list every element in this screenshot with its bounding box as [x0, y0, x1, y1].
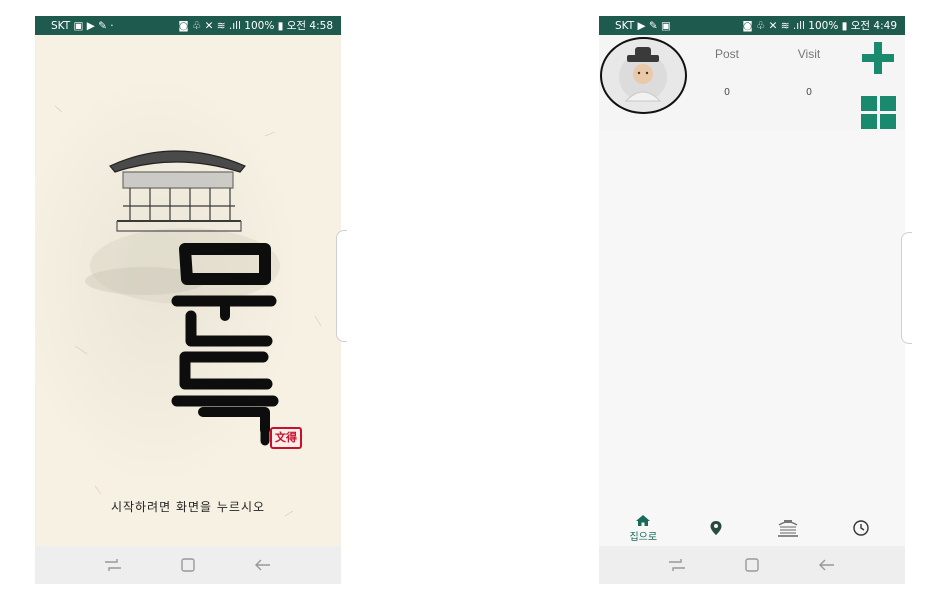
- map-pin-icon: [710, 521, 722, 535]
- tab-history[interactable]: [837, 519, 885, 537]
- post-label: Post: [714, 47, 739, 61]
- tab-pavilion[interactable]: [764, 518, 812, 538]
- clock-icon: [853, 520, 869, 536]
- status-right: ◙ ♧ ✕ ≋ .ıll 100% ▮ 오전 4:58: [178, 20, 333, 32]
- home-icon[interactable]: [744, 557, 760, 573]
- calligraphy-title: [171, 243, 279, 446]
- splash-screen[interactable]: SKT ▣ ▶ ✎ · ◙ ♧ ✕ ≋ .ıll 100% ▮ 오전 4:58: [35, 16, 341, 584]
- grid-cell: [880, 96, 896, 111]
- grid-cell: [880, 114, 896, 129]
- add-post-button[interactable]: [860, 40, 896, 76]
- grid-cell: [861, 96, 877, 111]
- edge-panel-handle[interactable]: [336, 230, 347, 342]
- pavilion-icon: [778, 520, 799, 537]
- system-navigation-bar: [35, 546, 341, 584]
- status-left: SKT ▣ ▶ ✎ ·: [51, 19, 114, 32]
- tap-to-start-prompt[interactable]: 시작하려면 화면을 누르시오: [35, 498, 341, 515]
- tab-map[interactable]: [692, 520, 740, 536]
- home-icon[interactable]: [180, 557, 196, 573]
- post-count: 0: [724, 87, 730, 98]
- profile-screen: SKT ▶ ✎ ▣ ◙ ♧ ✕ ≋ .ıll 100% ▮ 오전 4:49 Po…: [599, 16, 905, 584]
- recent-apps-icon[interactable]: [104, 558, 122, 572]
- edge-panel-handle[interactable]: [901, 232, 912, 344]
- status-bar: SKT ▣ ▶ ✎ · ◙ ♧ ✕ ≋ .ıll 100% ▮ 오전 4:58: [35, 16, 341, 35]
- seal-stamp: 文得: [270, 427, 302, 449]
- recent-apps-icon[interactable]: [668, 558, 686, 572]
- avatar[interactable]: [600, 37, 687, 114]
- status-left: SKT ▶ ✎ ▣: [615, 19, 671, 32]
- tab-home-label: 집으로: [629, 531, 658, 543]
- pavilion-illustration: [109, 150, 246, 232]
- visit-count: 0: [806, 87, 812, 98]
- profile-header: Post Visit 0 0: [599, 35, 905, 131]
- grid-view-button[interactable]: [861, 96, 896, 129]
- tab-home[interactable]: 집으로: [619, 514, 667, 543]
- system-navigation-bar: [599, 546, 905, 584]
- home-icon: [636, 514, 651, 526]
- visit-label: Visit: [797, 47, 821, 61]
- status-bar: SKT ▶ ✎ ▣ ◙ ♧ ✕ ≋ .ıll 100% ▮ 오전 4:49: [599, 16, 905, 35]
- back-icon[interactable]: [254, 558, 272, 572]
- bottom-tab-bar: 집으로: [599, 510, 905, 546]
- splash-artwork: [54, 105, 322, 517]
- back-icon[interactable]: [818, 558, 836, 572]
- grid-cell: [861, 114, 877, 129]
- scholar-avatar-icon: [619, 47, 667, 102]
- status-right: ◙ ♧ ✕ ≋ .ıll 100% ▮ 오전 4:49: [742, 20, 897, 32]
